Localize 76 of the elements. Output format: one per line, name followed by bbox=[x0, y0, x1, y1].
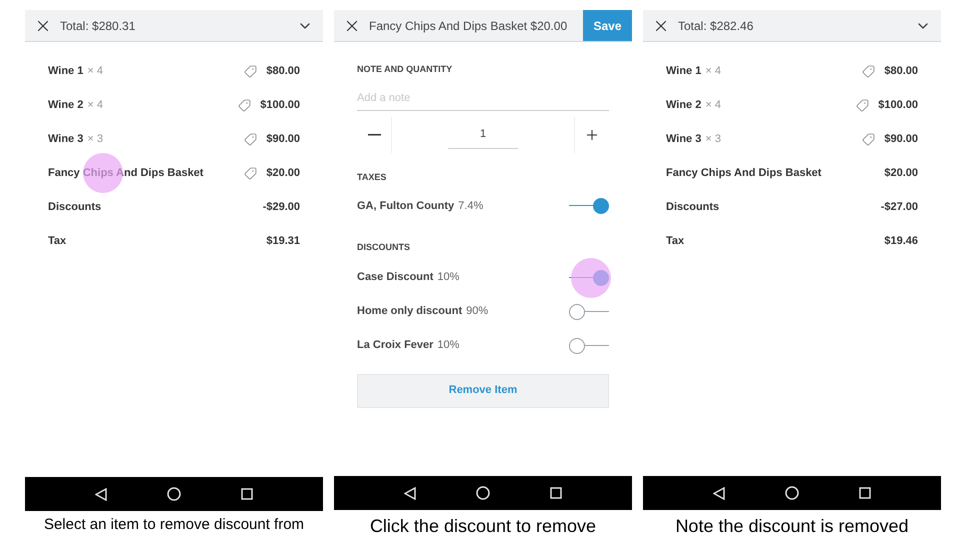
item-price: $100.00 bbox=[260, 98, 300, 113]
back-icon[interactable] bbox=[713, 486, 725, 500]
quantity-field[interactable]: 1 bbox=[448, 120, 518, 150]
option-rate: 10% bbox=[437, 270, 460, 286]
item-quantity: × 3 bbox=[87, 132, 103, 147]
order-line-item[interactable]: Wine 3 × 3 $90.00 bbox=[48, 122, 300, 156]
item-price: $90.00 bbox=[266, 132, 300, 147]
item-name: Discounts bbox=[666, 200, 720, 215]
option-row[interactable]: GA, Fulton County 7.4% bbox=[357, 189, 609, 223]
item-price: -$29.00 bbox=[262, 200, 300, 215]
option-rate: 10% bbox=[437, 338, 460, 354]
home-icon[interactable] bbox=[167, 487, 181, 501]
item-price: $80.00 bbox=[884, 64, 918, 79]
item-quantity: × 4 bbox=[87, 98, 103, 113]
item-quantity: × 4 bbox=[87, 64, 103, 79]
recents-icon[interactable] bbox=[241, 488, 253, 500]
order-line-item[interactable]: Wine 3 × 3 $90.00 bbox=[666, 122, 918, 156]
option-label: La Croix Fever bbox=[357, 338, 434, 354]
item-title: Fancy Chips And Dips Basket $20.00 bbox=[369, 18, 568, 34]
order-line-item[interactable]: Discounts -$27.00 bbox=[666, 190, 918, 224]
item-quantity: × 4 bbox=[705, 64, 721, 79]
option-row[interactable]: Case Discount 10% bbox=[357, 260, 609, 294]
item-price: $20.00 bbox=[884, 166, 918, 181]
order-line-item[interactable]: Fancy Chips And Dips Basket $20.00 bbox=[666, 156, 918, 190]
item-name: Discounts bbox=[48, 200, 102, 215]
step-caption: Select an item to remove discount from bbox=[42, 515, 306, 535]
item-name: Tax bbox=[666, 234, 684, 249]
item-price: $80.00 bbox=[266, 64, 300, 79]
item-name: Wine 3 bbox=[666, 132, 702, 147]
item-price: $20.00 bbox=[266, 166, 300, 181]
item-price: $19.46 bbox=[884, 234, 918, 249]
section-heading: DISCOUNTS bbox=[357, 241, 412, 254]
item-name: Wine 1 bbox=[666, 64, 702, 79]
step-caption: Click the discount to remove bbox=[368, 515, 598, 538]
order-total: Total: $280.31 bbox=[60, 18, 136, 34]
item-name: Wine 3 bbox=[48, 132, 84, 147]
toggle-switch[interactable] bbox=[569, 338, 609, 354]
item-price: $19.31 bbox=[266, 234, 300, 249]
item-quantity: × 4 bbox=[705, 98, 721, 113]
option-label: GA, Fulton County bbox=[357, 198, 454, 214]
item-name: Fancy Chips And Dips Basket bbox=[666, 166, 822, 181]
section-heading: NOTE AND QUANTITY bbox=[357, 63, 454, 76]
item-name: Tax bbox=[48, 234, 66, 249]
order-line-item[interactable]: Tax $19.31 bbox=[48, 224, 300, 258]
recents-icon[interactable] bbox=[550, 487, 562, 500]
note-field[interactable]: Add a note bbox=[357, 86, 609, 110]
home-icon[interactable] bbox=[785, 486, 799, 500]
option-rate: 90% bbox=[466, 304, 488, 320]
toggle-switch[interactable] bbox=[569, 304, 609, 320]
home-icon[interactable] bbox=[476, 486, 490, 500]
option-label: Case Discount bbox=[357, 270, 434, 286]
order-total: Total: $282.46 bbox=[678, 18, 754, 34]
order-line-item[interactable]: Wine 2 × 4 $100.00 bbox=[666, 88, 918, 122]
item-quantity: × 3 bbox=[705, 132, 721, 147]
minus-icon bbox=[368, 134, 380, 136]
order-line-item[interactable]: Wine 1 × 4 $80.00 bbox=[666, 54, 918, 88]
order-line-item[interactable]: Discounts -$29.00 bbox=[48, 190, 300, 224]
option-label: Home only discount bbox=[357, 304, 462, 320]
item-name: Wine 2 bbox=[48, 98, 84, 113]
order-line-item[interactable]: Wine 2 × 4 $100.00 bbox=[48, 88, 300, 122]
step-caption: Note the discount is removed bbox=[674, 515, 910, 538]
order-line-item[interactable]: Wine 1 × 4 $80.00 bbox=[48, 54, 300, 88]
order-line-item[interactable]: Tax $19.46 bbox=[666, 224, 918, 258]
item-price: $100.00 bbox=[878, 98, 918, 113]
item-price: $90.00 bbox=[884, 132, 918, 147]
recents-icon[interactable] bbox=[859, 487, 871, 500]
option-row[interactable]: La Croix Fever 10% bbox=[357, 328, 609, 362]
back-icon[interactable] bbox=[404, 486, 416, 500]
item-name: Wine 2 bbox=[666, 98, 702, 113]
option-row[interactable]: Home only discount 90% bbox=[357, 294, 609, 328]
back-icon[interactable] bbox=[95, 488, 107, 500]
item-price: -$27.00 bbox=[880, 200, 918, 215]
option-rate: 7.4% bbox=[458, 198, 484, 214]
item-name: Wine 1 bbox=[48, 64, 84, 79]
section-heading: TAXES bbox=[357, 170, 388, 184]
toggle-switch[interactable] bbox=[569, 198, 609, 214]
